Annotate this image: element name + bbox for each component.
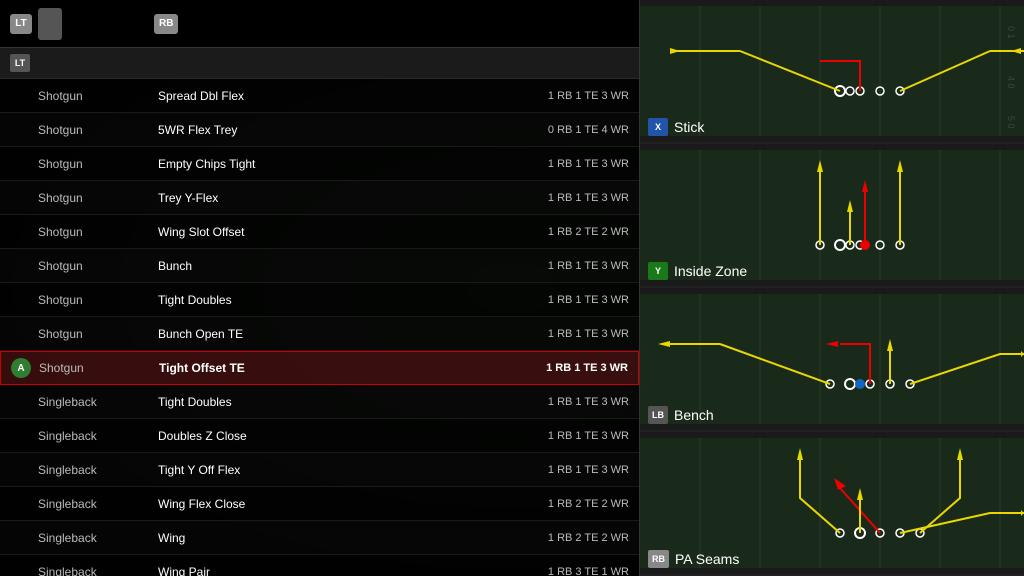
list-header: LT (0, 48, 639, 79)
play-name-label: Tight Offset TE (159, 361, 498, 375)
play-preview-0[interactable]: 0 1 4 0 5 0 X Stick (640, 0, 1024, 144)
play-desc-label: 1 RB 1 TE 3 WR (499, 464, 629, 476)
formation-label: Shotgun (38, 191, 158, 205)
right-panel: 0 1 4 0 5 0 X Stick (640, 0, 1024, 576)
preview-name-1: Inside Zone (674, 263, 747, 279)
play-desc-label: 1 RB 1 TE 3 WR (499, 328, 629, 340)
rb-nav-badge: RB (154, 14, 178, 34)
preview-label-0: X Stick (648, 118, 704, 136)
play-preview-3[interactable]: RB PA Seams (640, 432, 1024, 576)
play-row[interactable]: Shotgun Trey Y-Flex 1 RB 1 TE 3 WR (0, 181, 639, 215)
a-badge: A (11, 358, 31, 378)
play-desc-label: 1 RB 1 TE 3 WR (499, 430, 629, 442)
play-name-label: Tight Doubles (158, 293, 499, 307)
formation-label: Singleback (38, 429, 158, 443)
play-desc-label: 1 RB 1 TE 3 WR (499, 396, 629, 408)
play-desc-label: 1 RB 1 TE 3 WR (498, 362, 628, 374)
play-name-label: Trey Y-Flex (158, 191, 499, 205)
formation-label: Singleback (38, 565, 158, 576)
play-desc-label: 1 RB 2 TE 2 WR (499, 498, 629, 510)
play-desc-label: 1 RB 3 TE 1 WR (499, 566, 629, 576)
formation-label: Singleback (38, 463, 158, 477)
play-desc-label: 1 RB 2 TE 2 WR (499, 532, 629, 544)
preview-label-1: Y Inside Zone (648, 262, 747, 280)
svg-text:5 0: 5 0 (1006, 116, 1016, 129)
formation-label: Shotgun (38, 123, 158, 137)
svg-text:4 0: 4 0 (1006, 76, 1016, 89)
preview-badge-3: RB (648, 550, 669, 568)
play-name-label: Wing Flex Close (158, 497, 499, 511)
play-preview-2[interactable]: LB Bench (640, 288, 1024, 432)
play-desc-label: 1 RB 1 TE 3 WR (499, 192, 629, 204)
play-name-label: Bunch (158, 259, 499, 273)
formation-label: Shotgun (38, 225, 158, 239)
play-row[interactable]: Shotgun Spread Dbl Flex 1 RB 1 TE 3 WR (0, 79, 639, 113)
play-row[interactable]: Shotgun Bunch 1 RB 1 TE 3 WR (0, 249, 639, 283)
left-panel: LT RB LT Shotgun Spread Dbl Flex 1 RB 1 (0, 0, 640, 576)
preview-name-3: PA Seams (675, 551, 739, 567)
preview-badge-2: LB (648, 406, 668, 424)
play-name-label: Wing Slot Offset (158, 225, 499, 239)
play-desc-label: 1 RB 1 TE 3 WR (499, 260, 629, 272)
play-list: Shotgun Spread Dbl Flex 1 RB 1 TE 3 WR S… (0, 79, 639, 576)
formation-label: Shotgun (38, 259, 158, 273)
formation-label: Shotgun (38, 293, 158, 307)
svg-text:0 1: 0 1 (1006, 26, 1016, 39)
top-nav: LT RB (0, 0, 639, 48)
play-desc-label: 1 RB 1 TE 3 WR (499, 294, 629, 306)
preview-badge-0: X (648, 118, 668, 136)
lt-list-badge: LT (10, 54, 30, 72)
formation-label: Shotgun (38, 327, 158, 341)
preview-name-0: Stick (674, 119, 704, 135)
play-name-label: 5WR Flex Trey (158, 123, 499, 137)
play-row[interactable]: Singleback Wing Pair 1 RB 3 TE 1 WR (0, 555, 639, 576)
play-row[interactable]: Shotgun Wing Slot Offset 1 RB 2 TE 2 WR (0, 215, 639, 249)
formation-label: Shotgun (38, 89, 158, 103)
play-desc-label: 0 RB 1 TE 4 WR (499, 124, 629, 136)
play-row[interactable]: Singleback Doubles Z Close 1 RB 1 TE 3 W… (0, 419, 639, 453)
tab-audibles[interactable] (38, 8, 62, 40)
preview-label-2: LB Bench (648, 406, 714, 424)
tab-my-playbook[interactable] (66, 8, 90, 40)
lt-nav-badge: LT (10, 14, 32, 34)
play-name-label: Empty Chips Tight (158, 157, 499, 171)
play-row[interactable]: Singleback Wing 1 RB 2 TE 2 WR (0, 521, 639, 555)
play-name-label: Doubles Z Close (158, 429, 499, 443)
preview-name-2: Bench (674, 407, 714, 423)
main-container: LT RB LT Shotgun Spread Dbl Flex 1 RB 1 (0, 0, 1024, 576)
play-name-label: Wing (158, 531, 499, 545)
play-row[interactable]: Shotgun Tight Doubles 1 RB 1 TE 3 WR (0, 283, 639, 317)
play-desc-label: 1 RB 1 TE 3 WR (499, 158, 629, 170)
play-row[interactable]: Singleback Tight Doubles 1 RB 1 TE 3 WR (0, 385, 639, 419)
play-desc-label: 1 RB 2 TE 2 WR (499, 226, 629, 238)
play-row[interactable]: Shotgun 5WR Flex Trey 0 RB 1 TE 4 WR (0, 113, 639, 147)
play-name-label: Wing Pair (158, 565, 499, 576)
preview-badge-1: Y (648, 262, 668, 280)
play-name-label: Bunch Open TE (158, 327, 499, 341)
play-row[interactable]: Singleback Tight Y Off Flex 1 RB 1 TE 3 … (0, 453, 639, 487)
tab-all-plays[interactable] (94, 8, 118, 40)
play-row[interactable]: A Shotgun Tight Offset TE 1 RB 1 TE 3 WR (0, 351, 639, 385)
formation-label: Singleback (38, 497, 158, 511)
play-name-label: Spread Dbl Flex (158, 89, 499, 103)
play-row[interactable]: Singleback Wing Flex Close 1 RB 2 TE 2 W… (0, 487, 639, 521)
formation-label: Shotgun (39, 361, 159, 375)
preview-label-3: RB PA Seams (648, 550, 739, 568)
formation-label: Shotgun (38, 157, 158, 171)
play-row[interactable]: Shotgun Bunch Open TE 1 RB 1 TE 3 WR (0, 317, 639, 351)
play-name-label: Tight Doubles (158, 395, 499, 409)
formation-label: Singleback (38, 531, 158, 545)
formation-label: Singleback (38, 395, 158, 409)
play-name-label: Tight Y Off Flex (158, 463, 499, 477)
play-desc-label: 1 RB 1 TE 3 WR (499, 90, 629, 102)
play-row[interactable]: Shotgun Empty Chips Tight 1 RB 1 TE 3 WR (0, 147, 639, 181)
play-preview-1[interactable]: Y Inside Zone (640, 144, 1024, 288)
tab-my-gameplan[interactable] (122, 8, 146, 40)
